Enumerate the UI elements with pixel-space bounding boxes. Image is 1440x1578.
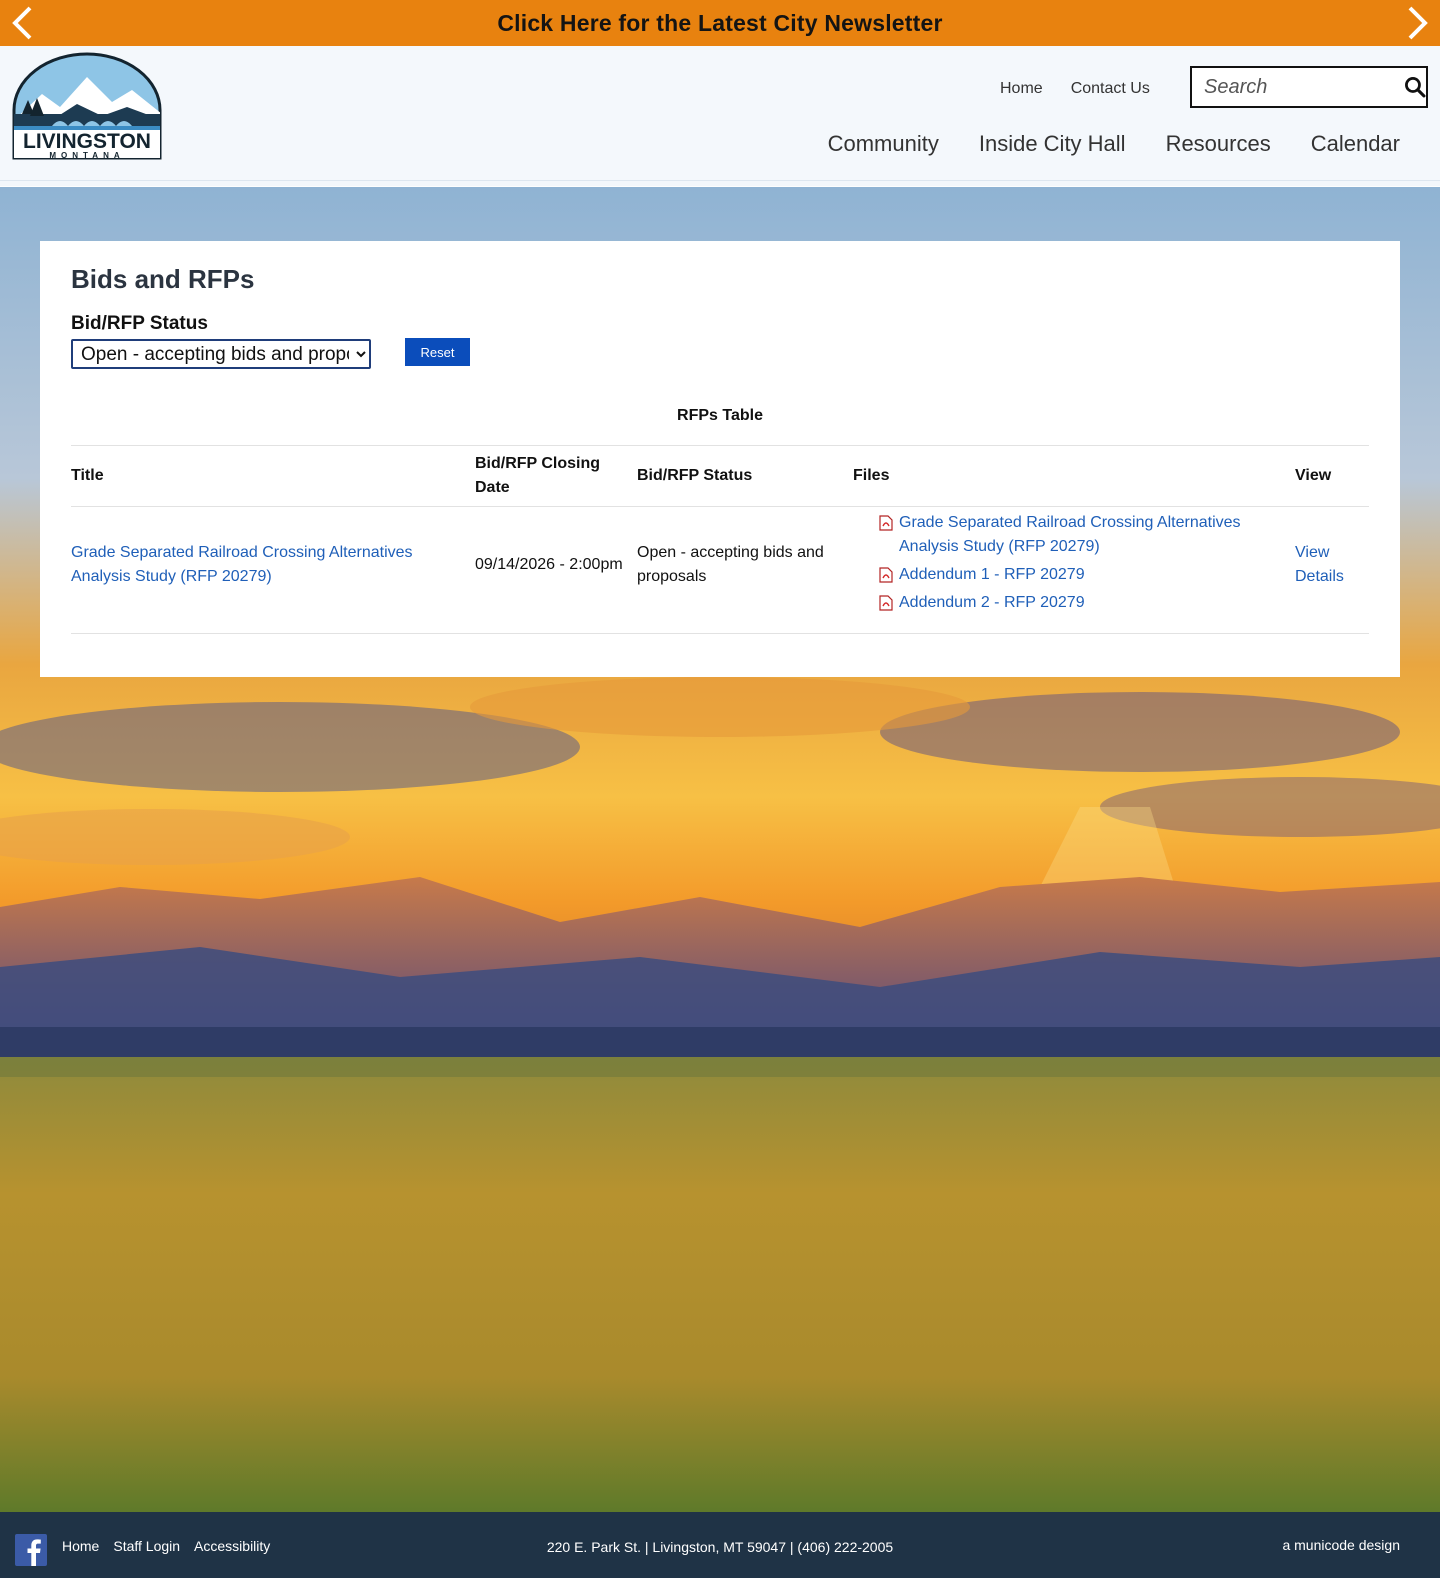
utility-nav: Home Contact Us	[1000, 80, 1150, 98]
file-item: Addendum 2 - RFP 20279	[879, 591, 1295, 615]
rfp-status: Open - accepting bids and proposals	[637, 506, 853, 634]
rfps-table: Title Bid/RFP Closing Date Bid/RFP Statu…	[71, 445, 1369, 634]
utility-nav-contact[interactable]: Contact Us	[1071, 80, 1150, 98]
chevron-left-icon[interactable]	[10, 5, 36, 41]
city-logo[interactable]: LIVINGSTON MONTANA	[12, 52, 162, 162]
utility-nav-home[interactable]: Home	[1000, 80, 1043, 98]
pdf-icon	[879, 515, 893, 531]
col-title: Title	[71, 445, 475, 507]
pdf-icon	[879, 567, 893, 583]
rfp-title-link[interactable]: Grade Separated Railroad Crossing Altern…	[71, 544, 413, 585]
search-box	[1190, 66, 1428, 108]
col-files: Files	[853, 445, 1295, 507]
file-link-addendum-2[interactable]: Addendum 2 - RFP 20279	[899, 591, 1085, 615]
footer-credit[interactable]: a municode design	[1282, 1537, 1400, 1553]
chevron-right-icon[interactable]	[1404, 5, 1430, 41]
col-status: Bid/RFP Status	[637, 445, 853, 507]
nav-community[interactable]: Community	[828, 131, 939, 157]
file-item: Grade Separated Railroad Crossing Altern…	[879, 511, 1295, 559]
main-nav: Community Inside City Hall Resources Cal…	[828, 131, 1400, 157]
rfp-files: Grade Separated Railroad Crossing Altern…	[853, 506, 1295, 634]
reset-button[interactable]: Reset	[405, 338, 470, 366]
search-input[interactable]	[1192, 75, 1402, 99]
nav-inside-city-hall[interactable]: Inside City Hall	[979, 131, 1126, 157]
newsletter-banner[interactable]: Click Here for the Latest City Newslette…	[0, 0, 1440, 46]
nav-calendar[interactable]: Calendar	[1311, 131, 1400, 157]
file-item: Addendum 1 - RFP 20279	[879, 563, 1295, 587]
table-row: Grade Separated Railroad Crossing Altern…	[71, 506, 1369, 634]
view-details-link[interactable]: View Details	[1295, 541, 1355, 589]
filter-row: Open - accepting bids and proposals Rese…	[71, 338, 1369, 369]
search-icon[interactable]	[1404, 71, 1426, 103]
rfp-closing-date: 09/14/2026 - 2:00pm	[475, 506, 637, 634]
nav-resources[interactable]: Resources	[1166, 131, 1271, 157]
file-link-study[interactable]: Grade Separated Railroad Crossing Altern…	[899, 511, 1295, 559]
table-header-row: Title Bid/RFP Closing Date Bid/RFP Statu…	[71, 445, 1369, 507]
col-view: View	[1295, 445, 1369, 507]
site-footer: Home Staff Login Accessibility 220 E. Pa…	[0, 1512, 1440, 1578]
table-caption: RFPs Table	[677, 407, 763, 424]
footer-address: 220 E. Park St. | Livingston, MT 59047 |…	[546, 1539, 894, 1555]
status-filter-label: Bid/RFP Status	[71, 313, 208, 334]
pdf-icon	[879, 595, 893, 611]
col-closing-date: Bid/RFP Closing Date	[475, 445, 637, 507]
status-filter-select[interactable]: Open - accepting bids and proposals	[71, 339, 371, 369]
newsletter-banner-text[interactable]: Click Here for the Latest City Newslette…	[497, 10, 942, 37]
logo-subtitle: MONTANA	[49, 151, 124, 160]
logo-name: LIVINGSTON	[23, 130, 151, 153]
content-panel: Bids and RFPs Bid/RFP Status Open - acce…	[40, 241, 1400, 677]
page-title: Bids and RFPs	[71, 264, 255, 294]
file-link-addendum-1[interactable]: Addendum 1 - RFP 20279	[899, 563, 1085, 587]
